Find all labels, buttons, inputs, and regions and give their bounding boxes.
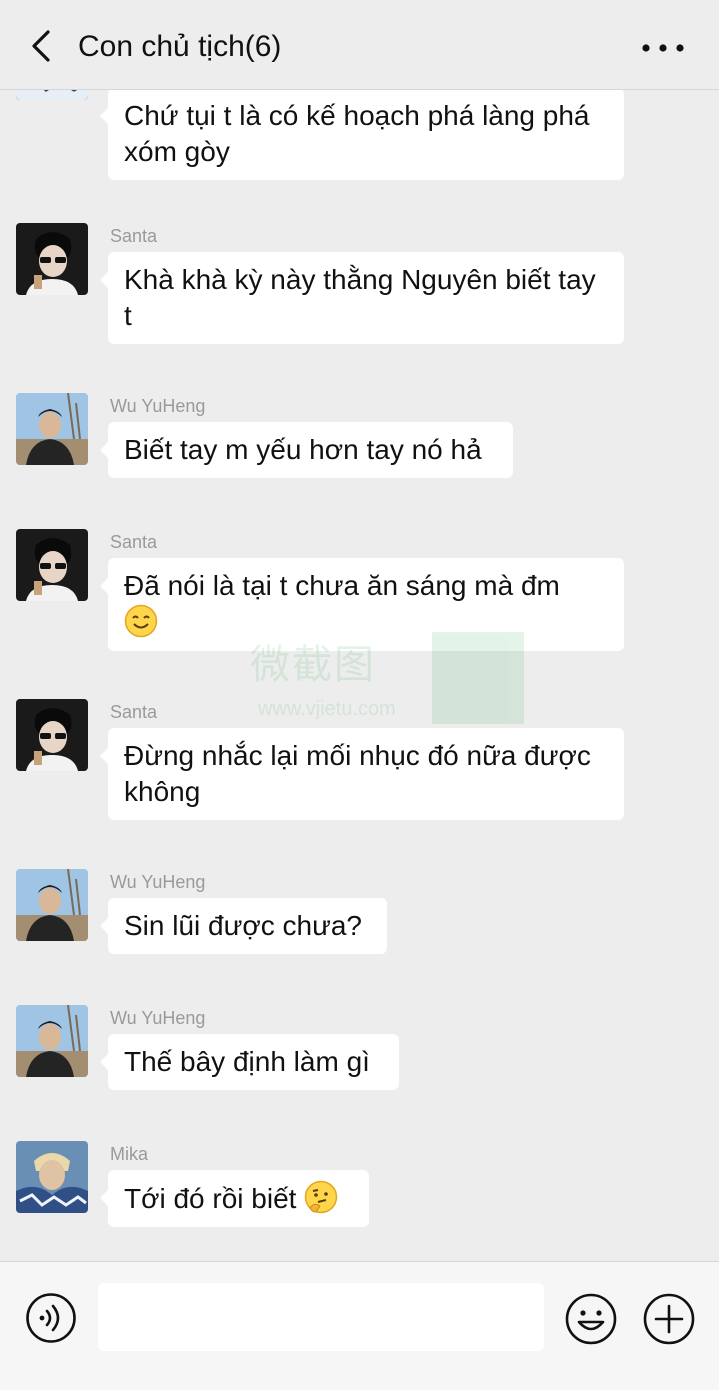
message-list[interactable]: Chứ tụi t là có kế hoạch phá làng phá xó… [0,90,719,1261]
voice-button[interactable] [25,1292,77,1344]
smile-emoji [124,604,158,638]
sender-name: Santa [110,226,158,246]
avatar[interactable] [16,223,88,295]
mika-avatar [16,1141,88,1213]
message-bubble[interactable]: Tới đó rồi biết [100,1170,369,1227]
mika-avatar [16,90,88,100]
message-bubble[interactable]: Đừng nhắc lại mối nhục đó nữa được không [100,728,624,820]
more-dots-icon [642,44,684,52]
message-bubble[interactable]: Sin lũi được chưa? [100,898,387,954]
message-text: Sin lũi được chưa? [124,910,362,941]
voice-icon [26,1293,76,1343]
sender-name: Wu YuHeng [110,872,206,892]
chat-title: Con chủ tịch(6) [78,30,282,63]
smiley-face-icon [565,1293,617,1345]
santa-avatar [16,223,88,295]
santa-avatar [16,529,88,601]
sender-name: Mika [110,1144,149,1164]
avatar[interactable] [16,869,88,941]
avatar[interactable] [16,1005,88,1077]
plus-button[interactable] [642,1292,696,1346]
avatar[interactable] [16,393,88,465]
message-bubble[interactable]: Thế bây định làm gì [100,1034,399,1090]
chevron-left-icon [32,30,50,62]
message-text: Đừng nhắc lại mối nhục đó nữa được không [124,740,591,807]
thinking-emoji [304,1180,338,1214]
message-bubble[interactable]: Biết tay m yếu hơn tay nó hả [100,422,513,478]
more-button[interactable] [636,26,690,66]
input-bar [0,1261,719,1390]
emoji-button[interactable] [564,1292,618,1346]
avatar[interactable] [16,1141,88,1213]
sender-name: Santa [110,702,158,722]
wu-avatar [16,393,88,465]
message-text: Thế bây định làm gì [124,1046,370,1077]
chat-header: Con chủ tịch(6) [0,0,719,90]
wu-avatar [16,1005,88,1077]
message-bubble[interactable]: Khà khà kỳ này thằng Nguyên biết tay t [100,252,624,344]
avatar[interactable] [16,699,88,771]
message-text: Khà khà kỳ này thằng Nguyên biết tay t [124,264,596,331]
watermark-url: www.vjietu.com [258,698,396,720]
back-button[interactable] [22,26,62,66]
avatar[interactable] [16,529,88,601]
sender-name: Santa [110,532,158,552]
plus-circle-icon [643,1293,695,1345]
message-text: Đã nói là tại t chưa ăn sáng mà đm [124,570,560,601]
wu-avatar [16,869,88,941]
sender-name: Wu YuHeng [110,1008,206,1028]
message-bubble[interactable]: Đã nói là tại t chưa ăn sáng mà đm [100,558,624,651]
santa-avatar [16,699,88,771]
avatar[interactable] [16,90,88,100]
message-bubble[interactable]: Chứ tụi t là có kế hoạch phá làng phá xó… [100,90,624,180]
sender-name: Wu YuHeng [110,396,206,416]
message-text: Biết tay m yếu hơn tay nó hả [124,434,482,465]
message-input[interactable] [98,1283,544,1351]
message-text: Tới đó rồi biết [124,1183,297,1214]
message-text: Chứ tụi t là có kế hoạch phá làng phá xó… [124,100,590,167]
